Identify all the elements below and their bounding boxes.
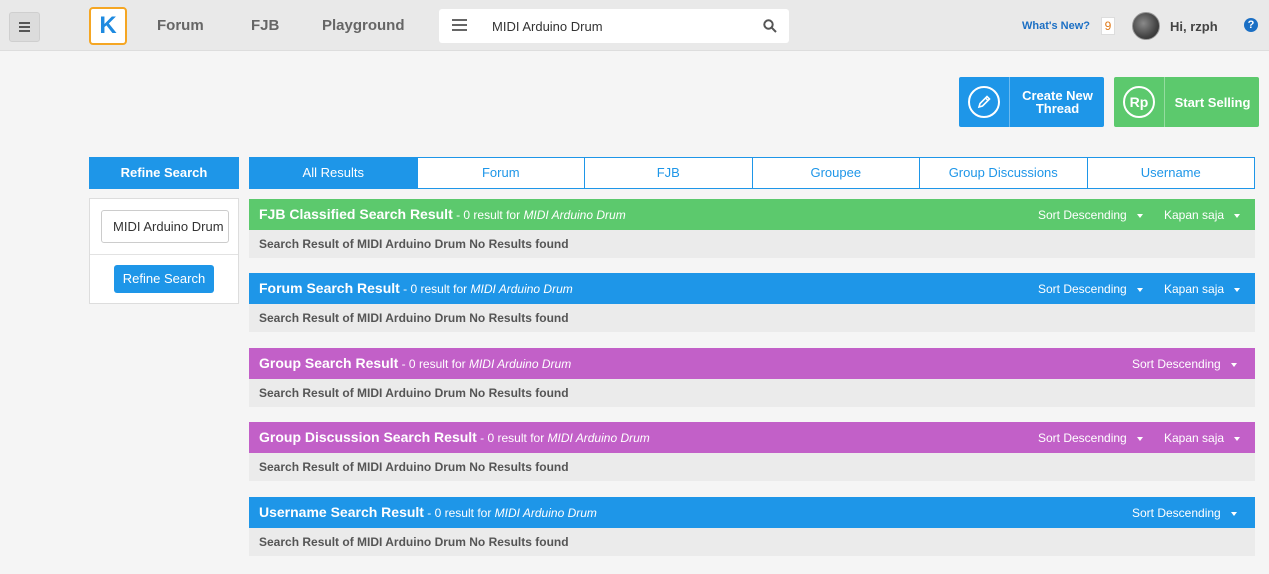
section-title: Forum Search Result - 0 result for MIDI … bbox=[259, 280, 573, 296]
caret-down-icon bbox=[1136, 287, 1143, 292]
help-icon[interactable]: ? bbox=[1244, 18, 1258, 32]
site-logo[interactable]: K bbox=[89, 7, 127, 45]
hamburger-icon bbox=[19, 26, 30, 28]
sidebar-toggle-button[interactable] bbox=[9, 12, 40, 42]
user-greeting[interactable]: Hi, rzph bbox=[1170, 19, 1218, 34]
fjb-results-section: FJB Classified Search Result - 0 result … bbox=[249, 199, 1255, 258]
section-title: Group Search Result - 0 result for MIDI … bbox=[259, 355, 572, 371]
caret-down-icon bbox=[1230, 511, 1237, 516]
caret-down-icon bbox=[1230, 362, 1237, 367]
tab-all-results[interactable]: All Results bbox=[249, 157, 418, 189]
section-header: Forum Search Result - 0 result for MIDI … bbox=[249, 273, 1255, 304]
avatar[interactable] bbox=[1132, 12, 1160, 40]
create-thread-label: Create New Thread bbox=[1022, 88, 1093, 116]
sort-dropdown[interactable]: Sort Descending bbox=[1132, 506, 1237, 520]
group-results-section: Group Search Result - 0 result for MIDI … bbox=[249, 348, 1255, 407]
section-title: Group Discussion Search Result - 0 resul… bbox=[259, 429, 650, 445]
no-results-message: Search Result of MIDI Arduino Drum No Re… bbox=[249, 304, 1255, 332]
top-bar: K Forum FJB Playground MIDI Arduino Drum… bbox=[0, 0, 1269, 51]
section-title: FJB Classified Search Result - 0 result … bbox=[259, 206, 626, 222]
notification-badge[interactable]: 9 bbox=[1101, 17, 1115, 35]
tab-forum[interactable]: Forum bbox=[416, 157, 585, 189]
logo-k-icon: K bbox=[99, 12, 117, 39]
section-header: Group Search Result - 0 result for MIDI … bbox=[249, 348, 1255, 379]
result-tabs: All Results Forum FJB Groupee Group Disc… bbox=[249, 157, 1255, 189]
caret-down-icon bbox=[1136, 213, 1143, 218]
tab-fjb[interactable]: FJB bbox=[584, 157, 753, 189]
no-results-message: Search Result of MIDI Arduino Drum No Re… bbox=[249, 230, 1255, 258]
refine-search-button[interactable]: Refine Search bbox=[114, 265, 214, 293]
section-title: Username Search Result - 0 result for MI… bbox=[259, 504, 597, 520]
refine-search-input[interactable]: MIDI Arduino Drum bbox=[101, 210, 229, 243]
start-selling-label: Start Selling bbox=[1174, 94, 1251, 110]
group-discussion-results-section: Group Discussion Search Result - 0 resul… bbox=[249, 422, 1255, 481]
tab-group-discussions[interactable]: Group Discussions bbox=[919, 157, 1088, 189]
divider bbox=[90, 254, 238, 255]
nav-playground[interactable]: Playground bbox=[322, 17, 405, 34]
rupiah-icon: Rp bbox=[1114, 77, 1165, 127]
nav-forum[interactable]: Forum bbox=[157, 17, 204, 34]
username-results-section: Username Search Result - 0 result for MI… bbox=[249, 497, 1255, 556]
whats-new-link[interactable]: What's New? bbox=[1022, 20, 1090, 32]
sort-dropdown[interactable]: Sort Descending bbox=[1038, 282, 1143, 296]
sort-dropdown[interactable]: Sort Descending bbox=[1038, 431, 1143, 445]
tab-username[interactable]: Username bbox=[1086, 157, 1255, 189]
section-header: FJB Classified Search Result - 0 result … bbox=[249, 199, 1255, 230]
time-filter-dropdown[interactable]: Kapan saja bbox=[1164, 208, 1241, 222]
caret-down-icon bbox=[1136, 436, 1143, 441]
refine-search-heading: Refine Search bbox=[89, 157, 239, 189]
no-results-message: Search Result of MIDI Arduino Drum No Re… bbox=[249, 453, 1255, 481]
caret-down-icon bbox=[1234, 213, 1241, 218]
search-icon[interactable] bbox=[763, 19, 777, 33]
no-results-message: Search Result of MIDI Arduino Drum No Re… bbox=[249, 528, 1255, 556]
forum-results-section: Forum Search Result - 0 result for MIDI … bbox=[249, 273, 1255, 332]
time-filter-dropdown[interactable]: Kapan saja bbox=[1164, 431, 1241, 445]
sort-dropdown[interactable]: Sort Descending bbox=[1038, 208, 1143, 222]
search-menu-icon[interactable] bbox=[452, 19, 467, 21]
no-results-message: Search Result of MIDI Arduino Drum No Re… bbox=[249, 379, 1255, 407]
search-bar: MIDI Arduino Drum bbox=[439, 9, 789, 43]
caret-down-icon bbox=[1234, 287, 1241, 292]
nav-fjb[interactable]: FJB bbox=[251, 17, 279, 34]
caret-down-icon bbox=[1234, 436, 1241, 441]
section-header: Username Search Result - 0 result for MI… bbox=[249, 497, 1255, 528]
section-header: Group Discussion Search Result - 0 resul… bbox=[249, 422, 1255, 453]
tab-groupee[interactable]: Groupee bbox=[751, 157, 920, 189]
time-filter-dropdown[interactable]: Kapan saja bbox=[1164, 282, 1241, 296]
refine-search-panel: MIDI Arduino Drum Refine Search bbox=[89, 198, 239, 304]
create-thread-button[interactable]: Create New Thread bbox=[959, 77, 1104, 127]
pencil-icon bbox=[959, 77, 1010, 127]
start-selling-button[interactable]: Rp Start Selling bbox=[1114, 77, 1259, 127]
sort-dropdown[interactable]: Sort Descending bbox=[1132, 357, 1237, 371]
search-input[interactable]: MIDI Arduino Drum bbox=[492, 19, 603, 34]
